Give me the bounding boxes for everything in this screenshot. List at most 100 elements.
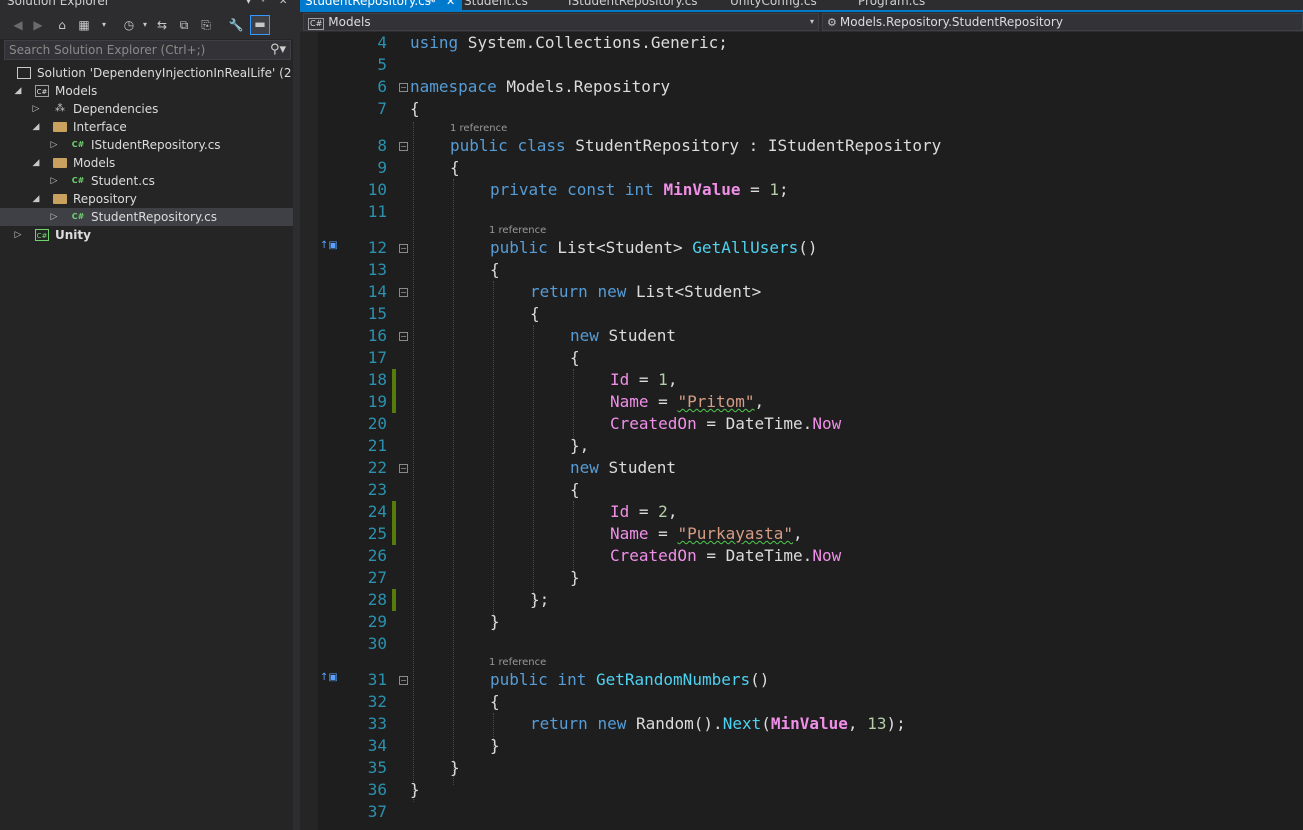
- change-marker: [392, 391, 396, 413]
- tree-item-dependencies[interactable]: ▷ ⁂ Dependencies: [0, 100, 293, 118]
- code-line: new Student: [570, 325, 676, 347]
- home-icon[interactable]: ⌂: [54, 17, 70, 33]
- tree-item-student[interactable]: ▷ C# Student.cs: [0, 172, 293, 190]
- pin-tab-icon[interactable]: ⊸: [427, 0, 435, 9]
- code-editor[interactable]: 4 5 6 7 8 9 10 11 12 13 14 15 16 17 18 1…: [300, 32, 1303, 830]
- tab-student[interactable]: Student.cs: [464, 0, 528, 10]
- keyword-token: int: [557, 670, 587, 689]
- expanded-arrow-icon[interactable]: ◢: [31, 190, 41, 208]
- collapse-region-icon[interactable]: −: [399, 464, 408, 473]
- code-token: List<: [626, 282, 685, 301]
- dependencies-icon: ⁂: [55, 103, 65, 114]
- tab-unityconfig[interactable]: UnityConfig.cs: [730, 0, 817, 10]
- collapse-region-icon[interactable]: −: [399, 288, 408, 297]
- tree-item-istudentrepository[interactable]: ▷ C# IStudentRepository.cs: [0, 136, 293, 154]
- code-line: namespace Models.Repository: [410, 76, 670, 98]
- line-number: 9: [377, 158, 387, 177]
- back-icon[interactable]: ◀: [10, 17, 26, 33]
- code-line: }: [490, 611, 500, 633]
- preview-selected-items-icon[interactable]: ▬: [250, 15, 270, 35]
- line-number: 35: [367, 758, 387, 777]
- collapsed-arrow-icon[interactable]: ▷: [13, 226, 23, 244]
- keyword-token: public: [490, 238, 548, 257]
- switch-views-icon[interactable]: ▦: [76, 17, 92, 33]
- tree-item-repository-folder[interactable]: ◢ Repository: [0, 190, 293, 208]
- collapse-all-icon[interactable]: ⧉: [176, 17, 192, 33]
- code-lens-references[interactable]: 1 reference: [489, 225, 546, 237]
- property-token: Id: [610, 370, 630, 389]
- close-panel-icon[interactable]: ✕: [279, 0, 287, 9]
- pin-icon[interactable]: ᵠ: [261, 0, 265, 9]
- implements-interface-icon[interactable]: ↑▣: [320, 672, 338, 683]
- collapsed-arrow-icon[interactable]: ▷: [49, 172, 59, 190]
- keyword-token: public: [450, 136, 508, 155]
- keyword-token: return: [530, 714, 588, 733]
- chevron-down-icon: ▾: [809, 17, 814, 26]
- code-line: {: [570, 347, 580, 369]
- project-dropdown[interactable]: C# Models ▾: [303, 13, 819, 31]
- panel-menu-icon[interactable]: ▾: [246, 0, 251, 9]
- brace-token: {: [530, 304, 540, 323]
- tree-item-label: Solution 'DependenyInjectionInRealLife' …: [37, 66, 293, 80]
- expanded-arrow-icon[interactable]: ◢: [13, 82, 23, 100]
- type-token: Student: [684, 282, 752, 301]
- property-token: Now: [812, 414, 842, 433]
- type-token: DateTime: [725, 414, 803, 433]
- tree-item-models-folder[interactable]: ◢ Models: [0, 154, 293, 172]
- pending-changes-icon[interactable]: ◷: [121, 17, 137, 33]
- code-lens-references[interactable]: 1 reference: [450, 123, 507, 135]
- line-number: 15: [367, 304, 387, 323]
- dropdown-icon[interactable]: ▾: [96, 17, 112, 33]
- collapse-region-icon[interactable]: −: [399, 332, 408, 341]
- tab-program[interactable]: Program.cs: [858, 0, 925, 10]
- forward-icon[interactable]: ▶: [30, 17, 46, 33]
- line-number: 24: [367, 502, 387, 521]
- collapse-region-icon[interactable]: −: [399, 142, 408, 151]
- collapse-region-icon[interactable]: −: [399, 676, 408, 685]
- sync-icon[interactable]: ⇆: [154, 17, 170, 33]
- collapsed-arrow-icon[interactable]: ▷: [49, 208, 59, 226]
- code-lens-references[interactable]: 1 reference: [489, 657, 546, 669]
- code-token: (): [798, 238, 818, 257]
- brace-token: },: [570, 436, 590, 455]
- collapse-region-icon[interactable]: −: [399, 244, 408, 253]
- expanded-arrow-icon[interactable]: ◢: [31, 154, 41, 172]
- tree-item-label: Models: [73, 156, 116, 170]
- pending-dropdown-icon[interactable]: ▾: [137, 17, 153, 33]
- line-number: 32: [367, 692, 387, 711]
- type-dropdown[interactable]: ⚙ Models.Repository.StudentRepository: [822, 13, 1303, 31]
- collapsed-arrow-icon[interactable]: ▷: [31, 100, 41, 118]
- implements-interface-icon[interactable]: ↑▣: [320, 240, 338, 251]
- indent-guide: [453, 179, 454, 785]
- tree-item-solution[interactable]: Solution 'DependenyInjectionInRealLife' …: [0, 64, 293, 82]
- tree-item-studentrepository[interactable]: ▷ C# StudentRepository.cs: [0, 208, 293, 226]
- code-line: CreatedOn = DateTime.Now: [610, 413, 841, 435]
- tree-item-models-project[interactable]: ◢ C# Models: [0, 82, 293, 100]
- close-tab-icon[interactable]: ✕: [446, 0, 455, 9]
- search-icon[interactable]: ⚲▾: [270, 42, 286, 57]
- code-token: (: [761, 714, 771, 733]
- properties-icon[interactable]: 🔧: [228, 17, 244, 33]
- collapsed-arrow-icon[interactable]: ▷: [49, 136, 59, 154]
- code-line: };: [530, 589, 549, 611]
- line-number: 6: [377, 77, 387, 96]
- tree-item-unity-project[interactable]: ▷ C# Unity: [0, 226, 293, 244]
- line-number: 29: [367, 612, 387, 631]
- code-area[interactable]: 4 5 6 7 8 9 10 11 12 13 14 15 16 17 18 1…: [300, 32, 1303, 830]
- solution-icon: [17, 67, 31, 79]
- solution-explorer-search[interactable]: Search Solution Explorer (Ctrl+;) ⚲▾: [4, 40, 291, 60]
- type-dropdown-value: Models.Repository.StudentRepository: [839, 15, 1063, 29]
- code-line: }: [570, 567, 580, 589]
- tab-studentrepository[interactable]: StudentRepository.cs ⊸ ✕: [300, 0, 462, 10]
- show-all-files-icon[interactable]: ⎘: [198, 17, 214, 33]
- expanded-arrow-icon[interactable]: ◢: [31, 118, 41, 136]
- panel-splitter[interactable]: [293, 0, 300, 830]
- tab-istudentrepository[interactable]: IStudentRepository.cs: [568, 0, 698, 10]
- change-marker: [392, 523, 396, 545]
- tree-item-interface-folder[interactable]: ◢ Interface: [0, 118, 293, 136]
- code-line: Id = 1,: [610, 369, 677, 391]
- collapse-region-icon[interactable]: −: [399, 83, 408, 92]
